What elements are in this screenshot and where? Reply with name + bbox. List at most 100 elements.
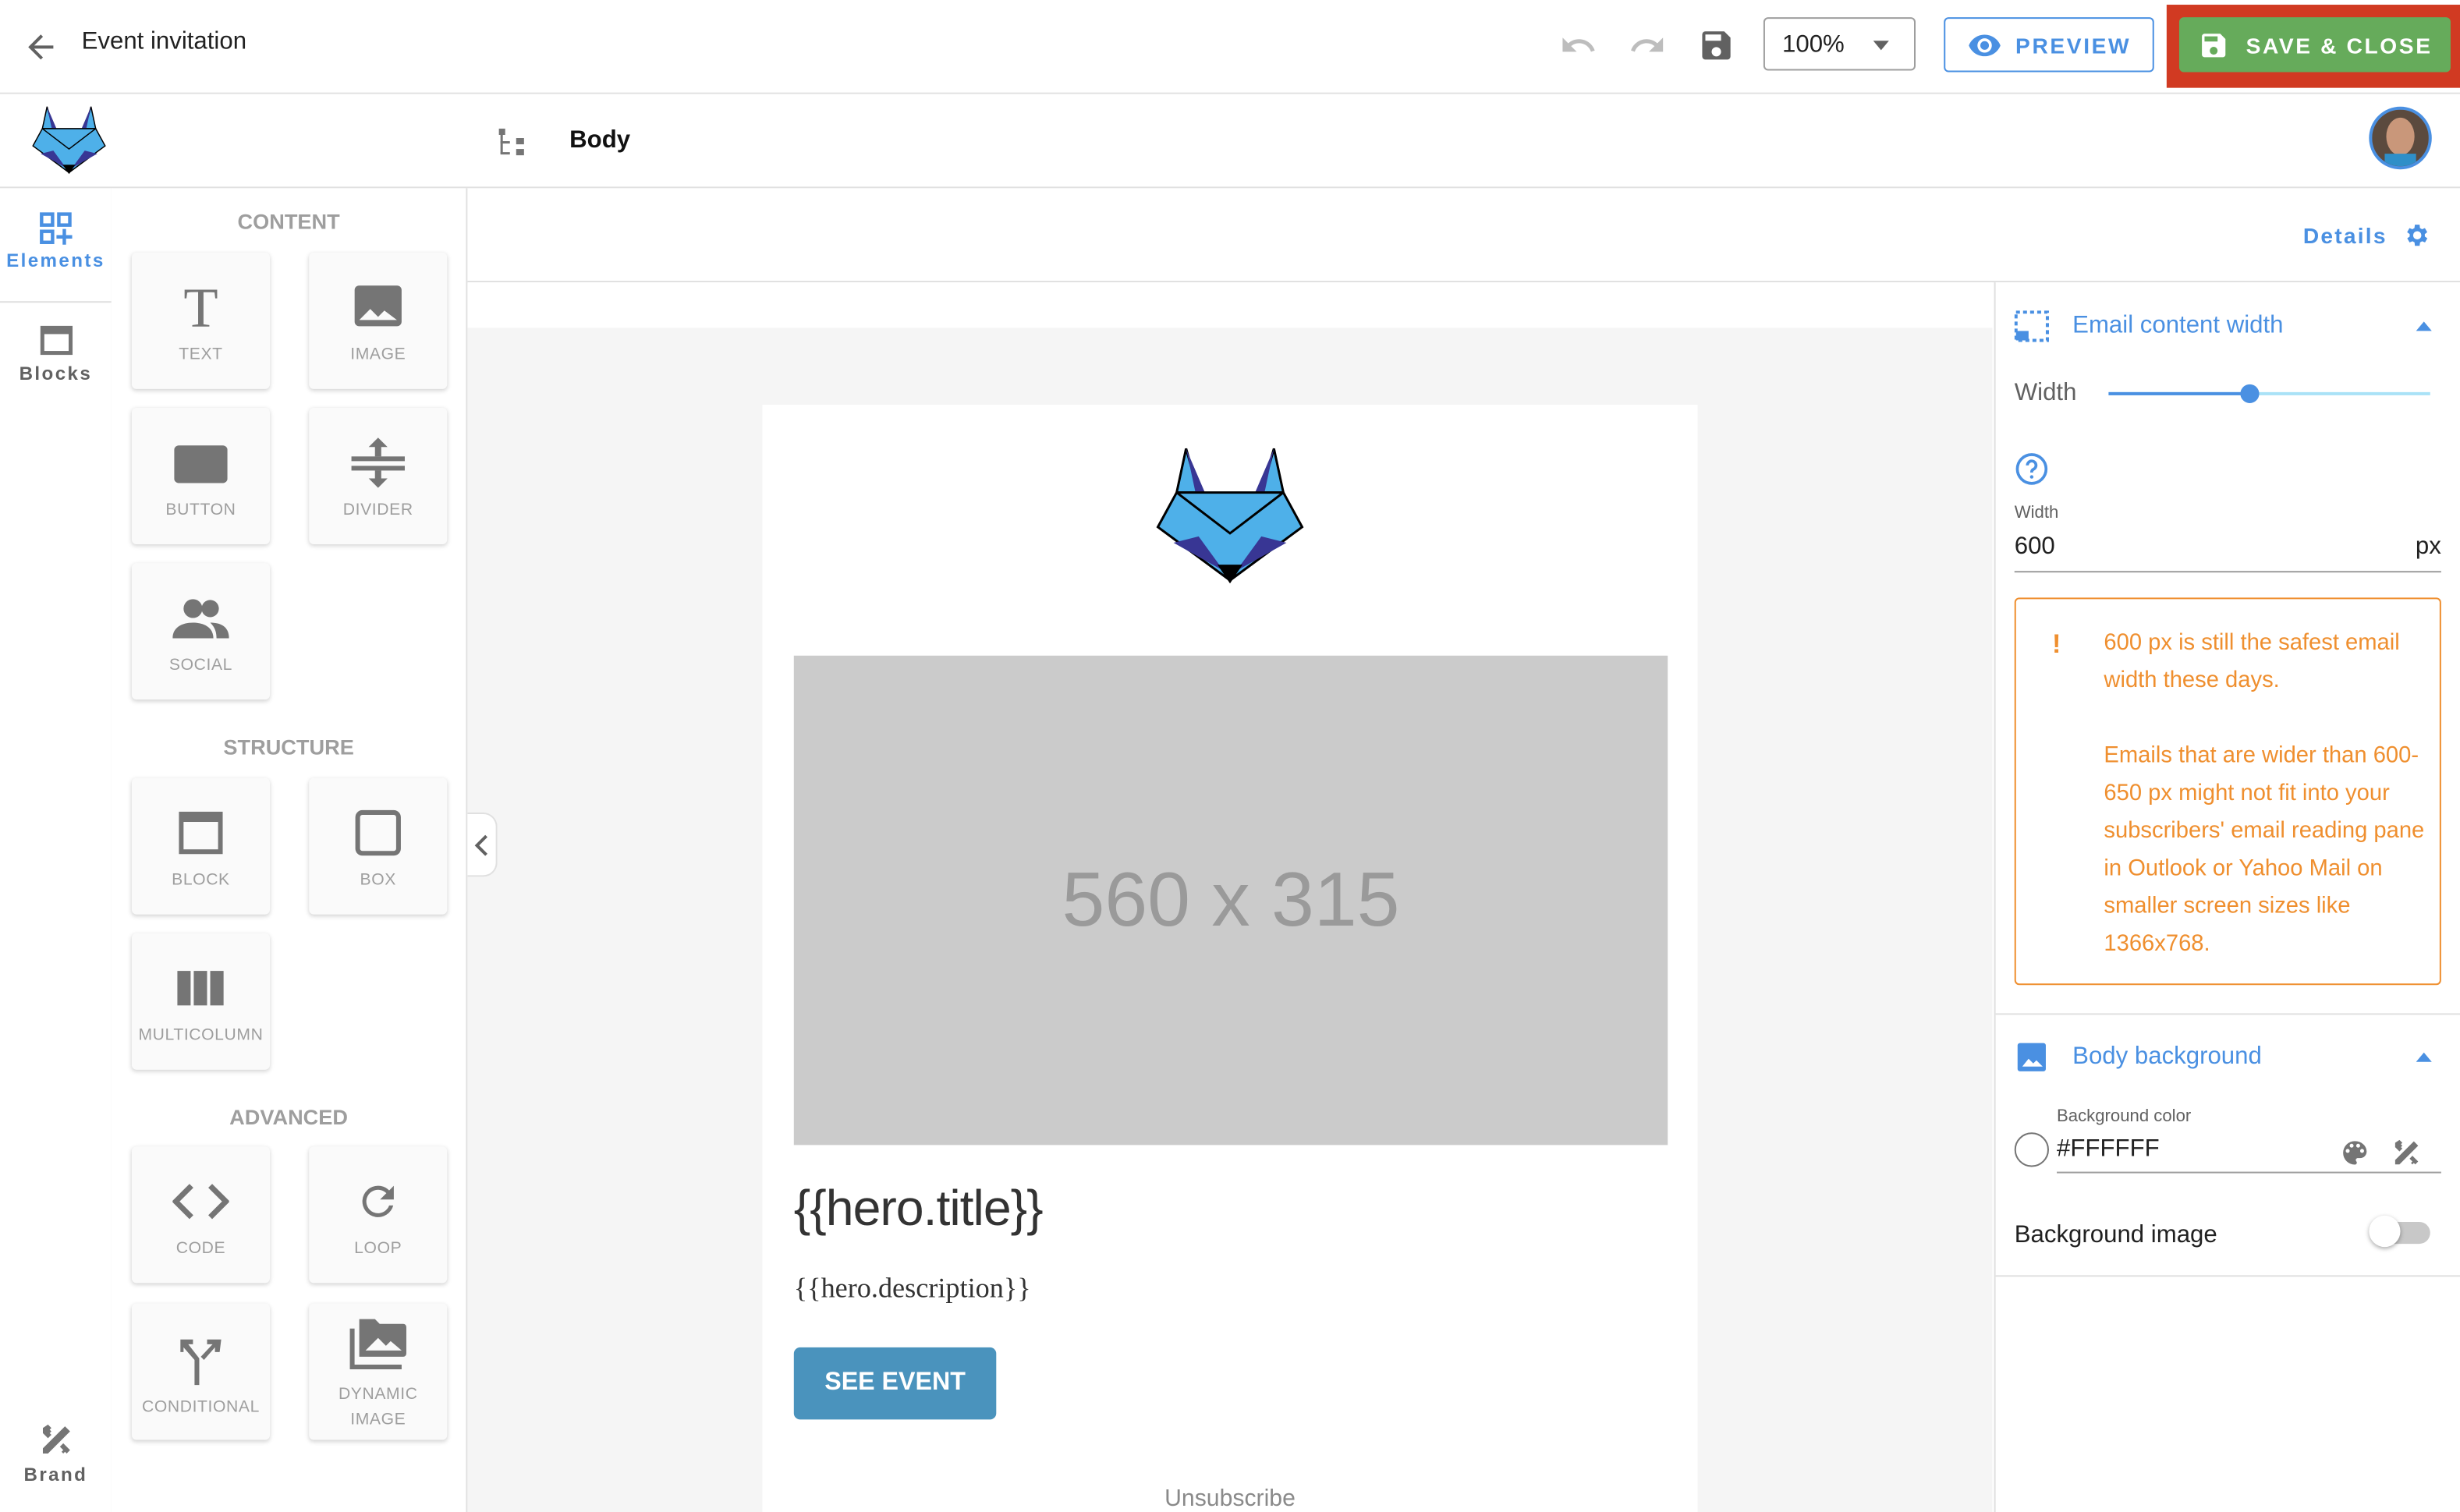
image-icon <box>309 281 447 334</box>
rail-item-brand[interactable]: Brand <box>0 1419 112 1507</box>
tile-label: DIVIDER <box>342 500 413 519</box>
bg-color-label: Background color <box>2057 1107 2192 1127</box>
width-field-label: Width <box>2014 503 2059 522</box>
image-icon <box>2017 1043 2046 1071</box>
content-width-icon <box>2014 310 2049 342</box>
caret-up-icon <box>2416 1052 2432 1062</box>
user-avatar[interactable] <box>2369 106 2432 170</box>
bg-color-value: #FFFFFF <box>2057 1135 2160 1163</box>
element-tile-image[interactable]: IMAGE <box>309 252 448 389</box>
bg-color-input[interactable]: #FFFFFF <box>2057 1132 2441 1174</box>
help-icon[interactable] <box>2015 451 2049 494</box>
gear-icon <box>2406 225 2427 246</box>
section-header-content-width[interactable]: Email content width <box>2014 309 2441 343</box>
section-divider <box>1995 1275 2460 1277</box>
exclamation-icon: ! <box>2052 629 2061 659</box>
tile-label: DYNAMIC IMAGE <box>338 1385 418 1429</box>
tile-label: LOOP <box>354 1239 402 1259</box>
save-close-button[interactable]: SAVE & CLOSE <box>2178 17 2451 73</box>
page-title: Event invitation <box>81 28 247 55</box>
tile-label: BUTTON <box>165 500 236 519</box>
see-event-label: SEE EVENT <box>824 1369 966 1397</box>
unsubscribe-link[interactable]: Unsubscribe <box>763 1485 1698 1512</box>
element-tile-block[interactable]: BLOCK <box>131 777 270 915</box>
arrow-left-icon <box>28 34 54 60</box>
tile-label: BLOCK <box>172 870 230 890</box>
details-button[interactable]: Details <box>2303 221 2430 250</box>
redo-icon <box>1631 37 1664 52</box>
element-tile-loop[interactable]: LOOP <box>309 1146 448 1284</box>
brand-logo <box>30 105 108 175</box>
element-tile-social[interactable]: SOCIAL <box>131 563 270 700</box>
element-tile-multicolumn[interactable]: MULTICOLUMN <box>131 933 270 1070</box>
floppy-disk-icon <box>2201 33 2225 57</box>
width-input-value: 600 <box>2014 533 2055 561</box>
tile-label: CONDITIONAL <box>141 1397 260 1417</box>
brand-tools-icon[interactable] <box>2389 1135 2423 1170</box>
columns-icon <box>132 961 270 1014</box>
tile-label: MULTICOLUMN <box>138 1025 264 1045</box>
element-tile-conditional[interactable]: CONDITIONAL <box>131 1303 270 1440</box>
element-tile-button[interactable]: BUTTON <box>131 407 270 544</box>
zoom-select[interactable]: 100% <box>1763 17 1916 71</box>
fox-logo-icon <box>32 106 106 175</box>
tree-structure-icon[interactable] <box>496 126 530 160</box>
text-t-icon: T <box>183 276 218 339</box>
tile-label: CODE <box>175 1239 226 1259</box>
tile-label: TEXT <box>179 345 223 364</box>
placeholder-image[interactable]: 560 x 315 <box>793 655 1668 1146</box>
code-icon <box>132 1175 270 1228</box>
caret-down-icon <box>1873 41 1889 51</box>
collapse-panel-button[interactable] <box>467 812 498 877</box>
rail-label-brand: Brand <box>23 1463 88 1485</box>
button-icon <box>132 436 270 489</box>
placeholder-image-text: 560 x 315 <box>1062 858 1400 943</box>
warning-text: 600 px is still the safest email width t… <box>2104 625 2425 963</box>
undo-button[interactable] <box>1559 27 1597 64</box>
back-button[interactable] <box>22 28 59 66</box>
section-title-content: CONTENT <box>237 210 340 234</box>
preview-button[interactable]: PREVIEW <box>1944 17 2154 73</box>
brand-tools-icon <box>0 1419 112 1460</box>
element-tile-text[interactable]: T TEXT <box>131 252 270 389</box>
breadcrumb[interactable]: Body <box>569 127 630 155</box>
save-close-label: SAVE & CLOSE <box>2246 32 2433 58</box>
warning-line-1: 600 px is still the safest email width t… <box>2104 630 2400 694</box>
see-event-button[interactable]: SEE EVENT <box>793 1347 997 1420</box>
section-header-body-background[interactable]: Body background <box>2015 1040 2441 1075</box>
block-icon <box>132 806 270 859</box>
editor-subbar <box>0 94 2460 189</box>
section-title-structure: STRUCTURE <box>223 735 354 760</box>
element-tile-divider[interactable]: DIVIDER <box>309 407 448 544</box>
email-logo[interactable] <box>1151 445 1308 584</box>
section-title: Email content width <box>2072 312 2284 339</box>
width-unit: px <box>2415 533 2441 561</box>
palette-icon[interactable] <box>2339 1137 2370 1168</box>
zoom-value: 100% <box>1782 31 1845 58</box>
color-swatch[interactable] <box>2014 1132 2049 1167</box>
save-button[interactable] <box>1697 27 1735 64</box>
element-tile-code[interactable]: CODE <box>131 1146 270 1284</box>
bg-image-toggle-thumb[interactable] <box>2369 1215 2401 1248</box>
element-tile-dynamic-image[interactable]: DYNAMIC IMAGE <box>309 1303 448 1440</box>
rail-item-elements[interactable]: Elements <box>0 188 112 303</box>
people-icon <box>132 591 270 644</box>
redo-button[interactable] <box>1629 27 1666 64</box>
rail-label-elements: Elements <box>6 249 105 271</box>
bg-image-label: Background image <box>2014 1221 2217 1249</box>
hero-title[interactable]: {{hero.title}} <box>794 1180 1044 1238</box>
elements-grid-icon <box>0 212 112 246</box>
rail-item-blocks[interactable]: Blocks <box>0 303 112 413</box>
refresh-loop-icon <box>309 1175 447 1228</box>
width-input[interactable]: 600 px <box>2014 530 2441 573</box>
undo-icon <box>1562 37 1595 52</box>
section-title-advanced: ADVANCED <box>229 1106 349 1130</box>
tile-label: BOX <box>360 870 396 890</box>
hero-description[interactable]: {{hero.description}} <box>794 1272 1031 1305</box>
element-tile-box[interactable]: BOX <box>309 777 448 915</box>
fox-logo-icon <box>1156 448 1304 584</box>
chevron-left-icon <box>474 834 487 855</box>
warning-line-2: Emails that are wider than 600-650 px mi… <box>2104 743 2425 958</box>
photo-library-icon <box>309 1316 447 1370</box>
blocks-icon <box>0 324 112 359</box>
